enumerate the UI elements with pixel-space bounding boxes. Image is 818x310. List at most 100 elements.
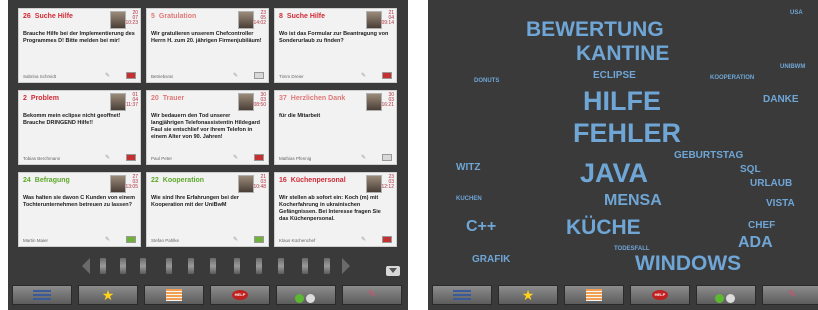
card-header: 37 Herzlichen Dank [279,95,345,102]
card-text: Wir gratulieren unserem Chefcontroller H… [151,31,262,44]
vote-button[interactable] [276,285,336,305]
edit-pen-icon[interactable]: ✎ [105,72,110,79]
flag-icon[interactable] [126,72,136,79]
page-tick[interactable] [100,258,106,274]
flag-icon[interactable] [126,154,136,161]
cloud-word[interactable]: DONUTS [474,78,499,84]
stack-button[interactable] [144,285,204,305]
flag-icon[interactable] [126,236,136,243]
card-header: 20 Trauer [151,95,184,102]
cloud-word[interactable]: C++ [466,218,496,236]
note-card[interactable]: 2 Problem 01 04 11:37 Bekomm mein eclipse nic… [18,90,141,165]
cloud-word[interactable]: URLAUB [750,178,792,189]
cloud-word[interactable]: UNIBWM [780,64,805,70]
flag-icon[interactable] [254,72,264,79]
favorites-button[interactable]: ★ [78,285,138,305]
favorites-button[interactable]: ★ [498,285,558,305]
page-scroller[interactable] [78,256,358,276]
stack-icon [166,289,182,301]
card-date: 21 04 09:14 [381,11,394,26]
edit-pen-icon[interactable]: ✎ [233,236,238,243]
cloud-word[interactable]: KOOPERATION [710,75,754,81]
star-icon: ★ [101,287,115,303]
card-author: Timm Dreier [279,74,304,79]
cloud-word[interactable]: SQL [740,164,761,175]
page-tick[interactable] [140,258,146,274]
cloud-word[interactable]: CHEF [748,220,775,231]
edit-pen-icon[interactable]: ✎ [361,72,366,79]
edit-pen-icon[interactable]: ✎ [361,236,366,243]
note-card[interactable]: 5 Gratulation 23 05 14:02 Wir gratulieren uns… [146,8,269,83]
avatar [366,93,382,111]
card-number: 16 [279,177,287,184]
card-date-time: 13:05 [125,184,138,190]
cloud-word[interactable]: KANTINE [576,42,669,66]
cloud-word[interactable]: KUCHEN [456,196,482,202]
vote-button[interactable] [696,285,756,305]
card-title: Problem [30,95,59,102]
avatar [110,11,126,29]
note-card[interactable]: 8 Suche Hilfe 21 04 09:14 Wo ist das Formular… [274,8,397,83]
edit-pen-icon[interactable]: ✎ [233,154,238,161]
edit-pen-icon[interactable]: ✎ [361,154,366,161]
edit-pen-icon[interactable]: ✎ [105,236,110,243]
list-button[interactable] [12,285,72,305]
card-title: Suche Hilfe [286,13,326,20]
cloud-word[interactable]: MENSA [604,192,662,210]
cloud-word[interactable]: ECLIPSE [593,70,636,81]
cloud-word[interactable]: FEHLER [573,118,681,149]
cloud-word[interactable]: GEBURTSTAG [674,150,743,161]
write-button[interactable]: ✎ [342,285,402,305]
stack-button[interactable] [564,285,624,305]
cloud-word[interactable]: DANKE [763,94,799,105]
cloud-word[interactable]: USA [790,10,803,16]
card-header: 5 Gratulation [151,13,196,20]
note-card[interactable]: 20 Trauer 30 03 08:50 Wir bedauern den Tod un… [146,90,269,165]
card-header: 8 Suche Hilfe [279,13,325,20]
flag-icon[interactable] [382,236,392,243]
cloud-word[interactable]: HILFE [583,86,661,117]
page-tick[interactable] [256,258,262,274]
cloud-word[interactable]: ADA [738,234,773,252]
card-date: 30 03 08:50 [253,93,266,108]
help-button[interactable]: HELP [210,285,270,305]
page-tick[interactable] [302,258,308,274]
cloud-word[interactable]: JAVA [580,158,648,189]
list-button[interactable] [432,285,492,305]
note-card[interactable]: 16 Küchenpersonal 23 03 12:12 Wir stellen ab … [274,172,397,247]
edit-pen-icon[interactable]: ✎ [233,72,238,79]
flag-icon[interactable] [382,154,392,161]
page-tick[interactable] [324,258,330,274]
card-author: Paul Peter [151,156,173,161]
cloud-word[interactable]: GRAFIK [472,254,510,265]
cloud-word[interactable]: VISTA [766,198,795,209]
edit-pen-icon[interactable]: ✎ [105,154,110,161]
flag-icon[interactable] [382,72,392,79]
note-card[interactable]: 24 Befragung 27 03 13:05 Was halten sie davon… [18,172,141,247]
page-tick[interactable] [234,258,240,274]
scroll-down-button[interactable] [386,266,400,276]
note-card[interactable]: 22 Kooperation 21 03 10:48 Wie sind Ihre Erfa… [146,172,269,247]
scroll-left-icon[interactable] [82,258,90,274]
flag-icon[interactable] [254,154,264,161]
card-text: Wie sind Ihre Erfahrungen bei der Kooper… [151,195,239,208]
card-number: 20 [151,95,159,102]
page-tick[interactable] [278,258,284,274]
page-tick[interactable] [166,258,172,274]
page-tick[interactable] [120,258,126,274]
write-button[interactable]: ✎ [762,285,818,305]
page-tick[interactable] [210,258,216,274]
note-card[interactable]: 37 Herzlichen Dank 30 03 16:21 für die Mitarb… [274,90,397,165]
page-tick[interactable] [188,258,194,274]
scroll-right-icon[interactable] [342,258,350,274]
note-card[interactable]: 26 Suche Hilfe 20 07 10:23 Brauche Hilfe bei … [18,8,141,83]
flag-icon[interactable] [254,236,264,243]
avatar [238,93,254,111]
cloud-word[interactable]: KÜCHE [566,216,641,240]
cloud-word[interactable]: WINDOWS [635,252,741,276]
cloud-word[interactable]: BEWERTUNG [526,18,664,42]
card-date: 23 05 14:02 [253,11,266,26]
help-button[interactable]: HELP [630,285,690,305]
cloud-word[interactable]: WITZ [456,162,480,173]
card-date-time: 10:23 [125,20,138,26]
